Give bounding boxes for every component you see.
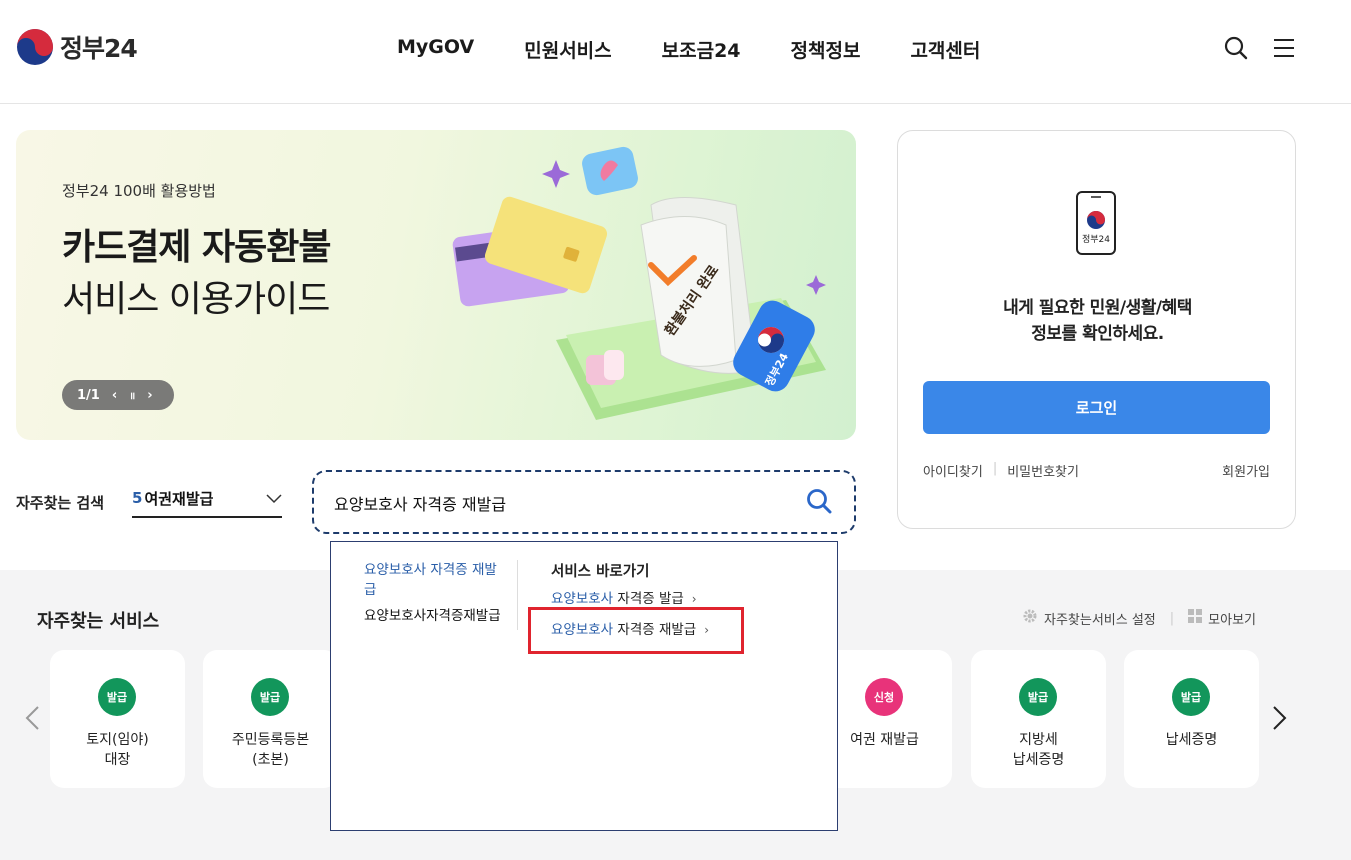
nav-customer-center[interactable]: 고객센터 xyxy=(885,36,1005,63)
login-card: 정부24 내게 필요한 민원/생활/혜택 정보를 확인하세요. 로그인 아이디찾… xyxy=(897,130,1296,529)
shortcut-highlight: 요양보호사 xyxy=(551,591,614,607)
service-card[interactable]: 발급 납세증명 xyxy=(1124,650,1259,788)
issue-badge: 발급 xyxy=(98,678,136,716)
banner-pager: 1/1 ‹ ॥ › xyxy=(62,380,174,410)
site-header: 정부24 MyGOV 민원서비스 보조금24 정책정보 고객센터 xyxy=(0,0,1351,104)
promo-banner[interactable]: 정부24 100배 활용방법 카드결제 자동환불 서비스 이용가이드 1/1 ‹… xyxy=(16,130,856,440)
suggestion-item[interactable]: 요양보호사 자격증 재발급 xyxy=(364,560,509,600)
search-submit-icon[interactable] xyxy=(806,488,832,518)
frequent-search-value: 여권재발급 xyxy=(144,489,214,508)
login-links: 아이디찾기 | 비밀번호찾기 회원가입 xyxy=(923,461,1270,480)
mobile-gov24-icon: 정부24 xyxy=(1076,191,1116,255)
signup-link[interactable]: 회원가입 xyxy=(1222,461,1270,480)
banner-prev-button[interactable]: ‹ xyxy=(112,388,117,403)
service-card-label: 토지(임야) 대장 xyxy=(86,732,149,768)
find-id-link[interactable]: 아이디찾기 xyxy=(923,461,983,480)
banner-illustration: 환불처리 완료 정부24 xyxy=(452,146,826,420)
shortcut-rest: 자격증 발급 xyxy=(613,591,684,607)
service-card-label: 지방세 납세증명 xyxy=(1012,732,1065,768)
service-card[interactable]: 발급 토지(임야) 대장 xyxy=(50,650,185,788)
banner-next-button[interactable]: › xyxy=(147,388,152,403)
login-message-line1: 내게 필요한 민원/생활/혜택 xyxy=(1003,298,1192,318)
service-card-label: 납세증명 xyxy=(1165,732,1218,748)
frequent-search-label: 자주찾는 검색 xyxy=(16,494,105,512)
shortcut-highlight: 요양보호사 xyxy=(551,622,614,638)
shortcut-link[interactable]: 요양보호사 자격증 발급 › xyxy=(551,589,709,609)
divider: | xyxy=(1169,610,1175,626)
issue-badge: 발급 xyxy=(1172,678,1210,716)
gear-icon xyxy=(1022,608,1038,628)
shortcut-link[interactable]: 요양보호사 자격증 재발급 › xyxy=(551,620,709,640)
nav-subsidy24[interactable]: 보조금24 xyxy=(637,36,766,63)
login-button[interactable]: 로그인 xyxy=(923,381,1270,434)
grid-icon xyxy=(1188,609,1203,627)
service-card-label: 주민등록등본 (초본) xyxy=(231,732,310,768)
frequent-search-select[interactable]: 5 여권재발급 xyxy=(132,480,282,518)
search-icon[interactable] xyxy=(1224,36,1248,64)
shortcut-rest: 자격증 재발급 xyxy=(613,622,697,638)
find-password-link[interactable]: 비밀번호찾기 xyxy=(1007,461,1079,480)
frequent-services-title: 자주찾는 서비스 xyxy=(37,611,160,632)
suggestion-list: 요양보호사 자격증 재발급 요양보호사자격증재발급 xyxy=(364,560,509,632)
gov24-logo[interactable]: 정부24 xyxy=(16,28,138,66)
banner-title: 카드결제 자동환불 xyxy=(62,227,331,268)
service-card[interactable]: 발급 지방세 납세증명 xyxy=(971,650,1106,788)
nav-mygov[interactable]: MyGOV xyxy=(372,36,499,63)
shortcut-heading: 서비스 바로가기 xyxy=(551,564,650,580)
services-tools: 자주찾는서비스 설정 | 모아보기 xyxy=(1022,608,1256,628)
apply-badge: 신청 xyxy=(865,678,903,716)
frequent-search-rank: 5 xyxy=(132,489,143,507)
search-box xyxy=(312,470,856,534)
taegeuk-logo-icon xyxy=(16,28,54,66)
suggestion-item[interactable]: 요양보호사자격증재발급 xyxy=(364,606,509,626)
issue-badge: 발급 xyxy=(251,678,289,716)
chevron-right-icon: › xyxy=(691,592,697,606)
search-input[interactable] xyxy=(334,489,794,517)
login-message-line2: 정보를 확인하세요. xyxy=(1031,324,1164,344)
chevron-down-icon xyxy=(266,490,282,508)
chevron-right-icon: › xyxy=(704,623,710,637)
search-autocomplete-dropdown: 요양보호사 자격증 재발급 요양보호사자격증재발급 서비스 바로가기 요양보호사… xyxy=(330,541,838,831)
nav-policy-info[interactable]: 정책정보 xyxy=(766,36,886,63)
view-all-label: 모아보기 xyxy=(1208,612,1256,628)
services-settings-button[interactable]: 자주찾는서비스 설정 xyxy=(1022,608,1156,628)
phone-label: 정부24 xyxy=(1082,234,1110,245)
carousel-next-icon[interactable] xyxy=(1272,705,1288,735)
banner-page-count: 1/1 xyxy=(77,387,100,403)
divider xyxy=(517,560,518,630)
service-shortcuts: 서비스 바로가기 요양보호사 자격증 발급 › 요양보호사 자격증 재발급 › xyxy=(551,560,709,651)
service-card[interactable]: 발급 주민등록등본 (초본) xyxy=(203,650,338,788)
carousel-prev-icon[interactable] xyxy=(24,705,40,735)
banner-pause-button[interactable]: ॥ xyxy=(129,388,135,402)
logo-text: 정부24 xyxy=(60,34,138,63)
main-nav: MyGOV 민원서비스 보조금24 정책정보 고객센터 xyxy=(372,36,1005,63)
banner-subtitle: 정부24 100배 활용방법 xyxy=(62,182,216,200)
banner-title-line2: 서비스 이용가이드 xyxy=(62,279,330,320)
menu-icon[interactable] xyxy=(1272,36,1296,64)
view-all-button[interactable]: 모아보기 xyxy=(1188,609,1256,628)
divider: | xyxy=(992,461,998,476)
services-settings-label: 자주찾는서비스 설정 xyxy=(1043,612,1156,628)
issue-badge: 발급 xyxy=(1019,678,1057,716)
nav-civil-service[interactable]: 민원서비스 xyxy=(499,36,636,63)
